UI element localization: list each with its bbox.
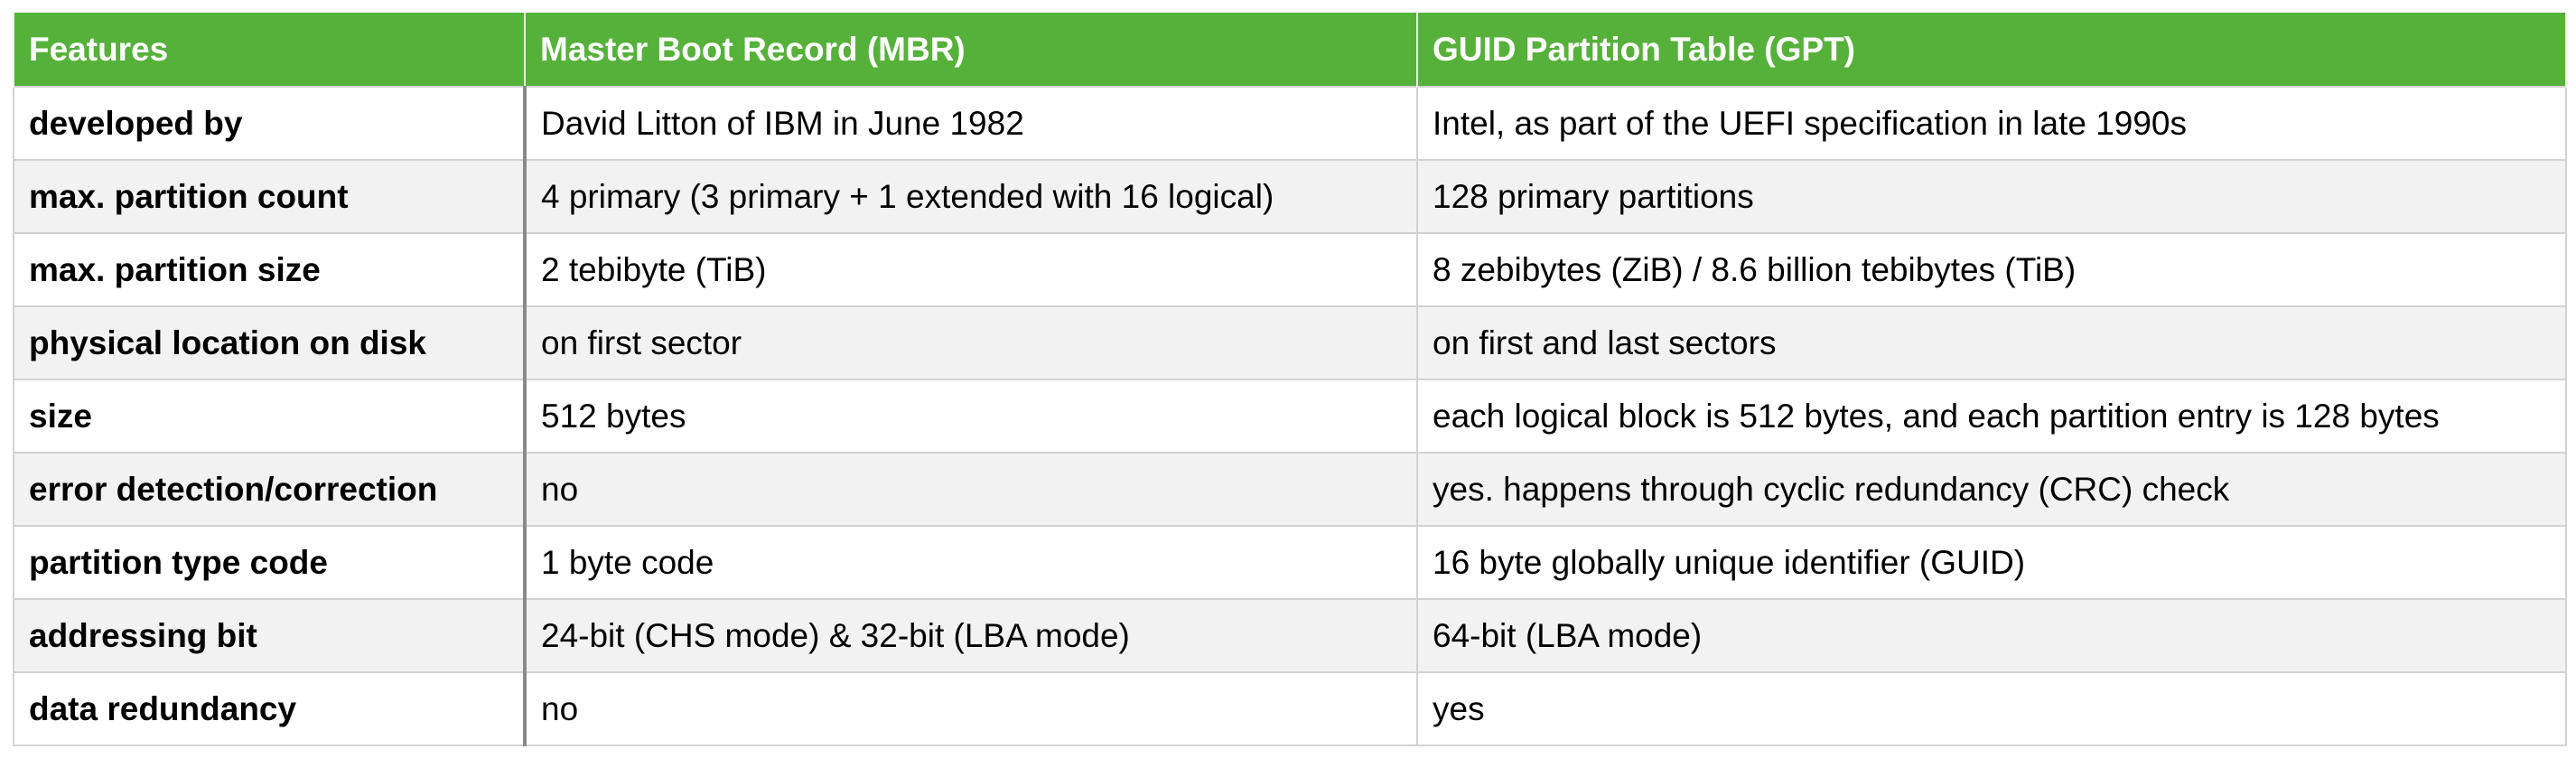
gpt-cell: 64-bit (LBA mode) bbox=[1416, 598, 2567, 673]
table-header: Features Master Boot Record (MBR) GUID P… bbox=[13, 13, 2567, 87]
table-row: developed by David Litton of IBM in June… bbox=[13, 86, 2567, 161]
mbr-cell: no bbox=[524, 452, 1418, 527]
gpt-cell: 16 byte globally unique identifier (GUID… bbox=[1416, 525, 2567, 600]
comparison-table-container: Features Master Boot Record (MBR) GUID P… bbox=[13, 13, 2567, 746]
feature-cell: size bbox=[13, 379, 527, 454]
feature-cell: max. partition size bbox=[13, 232, 527, 307]
feature-cell: developed by bbox=[13, 86, 527, 161]
mbr-cell: on first sector bbox=[524, 305, 1418, 380]
mbr-cell: 24-bit (CHS mode) & 32-bit (LBA mode) bbox=[524, 598, 1418, 673]
gpt-cell: each logical block is 512 bytes, and eac… bbox=[1416, 379, 2567, 454]
table-row: error detection/correction no yes. happe… bbox=[13, 452, 2567, 527]
table-row: size 512 bytes each logical block is 512… bbox=[13, 379, 2567, 454]
gpt-cell: yes bbox=[1416, 671, 2567, 746]
gpt-cell: 8 zebibytes (ZiB) / 8.6 billion tebibyte… bbox=[1416, 232, 2567, 307]
table-row: data redundancy no yes bbox=[13, 671, 2567, 746]
table-body: developed by David Litton of IBM in June… bbox=[13, 86, 2567, 746]
mbr-vs-gpt-table: Features Master Boot Record (MBR) GUID P… bbox=[13, 13, 2567, 746]
mbr-cell: 4 primary (3 primary + 1 extended with 1… bbox=[524, 159, 1418, 234]
mbr-cell: 1 byte code bbox=[524, 525, 1418, 600]
gpt-cell: Intel, as part of the UEFI specification… bbox=[1416, 86, 2567, 161]
header-mbr: Master Boot Record (MBR) bbox=[524, 13, 1418, 87]
gpt-cell: yes. happens through cyclic redundancy (… bbox=[1416, 452, 2567, 527]
feature-cell: error detection/correction bbox=[13, 452, 527, 527]
feature-cell: addressing bit bbox=[13, 598, 527, 673]
feature-cell: max. partition count bbox=[13, 159, 527, 234]
table-row: physical location on disk on first secto… bbox=[13, 305, 2567, 380]
mbr-cell: no bbox=[524, 671, 1418, 746]
mbr-cell: David Litton of IBM in June 1982 bbox=[524, 86, 1418, 161]
feature-cell: data redundancy bbox=[13, 671, 527, 746]
feature-cell: physical location on disk bbox=[13, 305, 527, 380]
mbr-cell: 512 bytes bbox=[524, 379, 1418, 454]
header-features: Features bbox=[13, 13, 526, 87]
header-gpt: GUID Partition Table (GPT) bbox=[1416, 13, 2567, 87]
mbr-cell: 2 tebibyte (TiB) bbox=[524, 232, 1418, 307]
gpt-cell: 128 primary partitions bbox=[1416, 159, 2567, 234]
table-row: addressing bit 24-bit (CHS mode) & 32-bi… bbox=[13, 598, 2567, 673]
header-row: Features Master Boot Record (MBR) GUID P… bbox=[13, 13, 2567, 87]
table-row: max. partition count 4 primary (3 primar… bbox=[13, 159, 2567, 234]
gpt-cell: on first and last sectors bbox=[1416, 305, 2567, 380]
table-row: max. partition size 2 tebibyte (TiB) 8 z… bbox=[13, 232, 2567, 307]
table-row: partition type code 1 byte code 16 byte … bbox=[13, 525, 2567, 600]
feature-cell: partition type code bbox=[13, 525, 527, 600]
